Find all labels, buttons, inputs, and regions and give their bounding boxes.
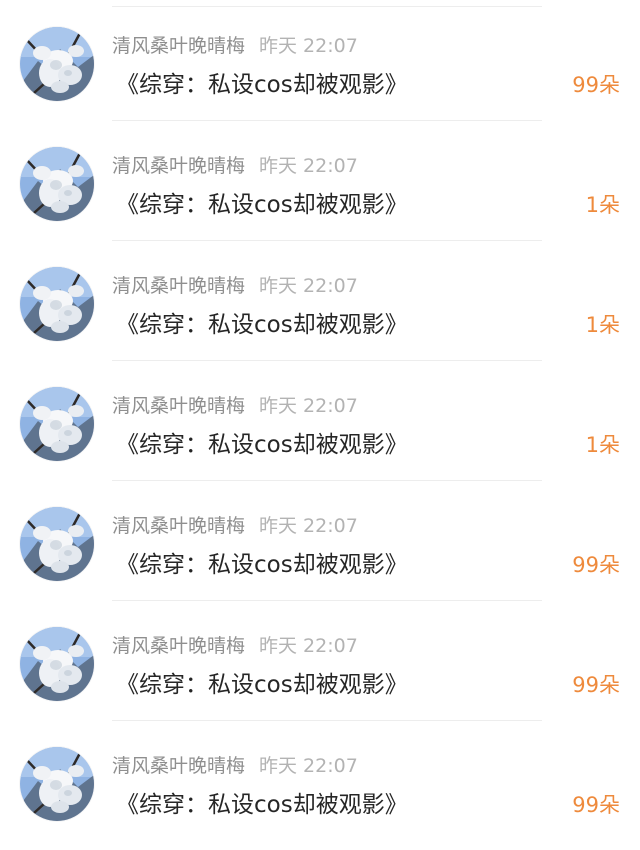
book-title[interactable]: 《综穿：私设cos却被观影》 xyxy=(116,190,408,220)
magnolia-avatar-icon xyxy=(20,267,94,341)
gift-count: 1朵 xyxy=(585,433,620,457)
book-title[interactable]: 《综穿：私设cos却被观影》 xyxy=(116,430,408,460)
username[interactable]: 清风桑叶晚晴梅 xyxy=(112,515,245,537)
gift-count: 99朵 xyxy=(572,673,620,697)
divider xyxy=(112,6,542,7)
book-title[interactable]: 《综穿：私设cos却被观影》 xyxy=(116,310,408,340)
list-item[interactable]: 清风桑叶晚晴梅 昨天 22:07 《综穿：私设cos却被观影》 99朵 xyxy=(0,600,640,720)
username[interactable]: 清风桑叶晚晴梅 xyxy=(112,395,245,417)
list-item[interactable]: 清风桑叶晚晴梅 昨天 22:07 《综穿：私设cos却被观影》 99朵 xyxy=(0,480,640,600)
avatar[interactable] xyxy=(20,147,94,221)
divider xyxy=(112,480,542,481)
item-meta: 清风桑叶晚晴梅 昨天 22:07 xyxy=(112,754,358,778)
magnolia-avatar-icon xyxy=(20,147,94,221)
username[interactable]: 清风桑叶晚晴梅 xyxy=(112,35,245,57)
gift-count: 1朵 xyxy=(585,193,620,217)
gift-count: 99朵 xyxy=(572,553,620,577)
timestamp: 昨天 22:07 xyxy=(259,755,358,777)
magnolia-avatar-icon xyxy=(20,747,94,821)
magnolia-avatar-icon xyxy=(20,507,94,581)
avatar[interactable] xyxy=(20,627,94,701)
list-item[interactable]: 清风桑叶晚晴梅 昨天 22:07 《综穿：私设cos却被观影》 1朵 xyxy=(0,240,640,360)
book-title[interactable]: 《综穿：私设cos却被观影》 xyxy=(116,790,408,820)
avatar[interactable] xyxy=(20,387,94,461)
item-meta: 清风桑叶晚晴梅 昨天 22:07 xyxy=(112,394,358,418)
magnolia-avatar-icon xyxy=(20,27,94,101)
magnolia-avatar-icon xyxy=(20,627,94,701)
item-meta: 清风桑叶晚晴梅 昨天 22:07 xyxy=(112,34,358,58)
gift-record-list: 清风桑叶晚晴梅 昨天 22:07 《综穿：私设cos却被观影》 99朵 清风桑叶… xyxy=(0,0,640,850)
book-title[interactable]: 《综穿：私设cos却被观影》 xyxy=(116,70,408,100)
item-meta: 清风桑叶晚晴梅 昨天 22:07 xyxy=(112,514,358,538)
list-item[interactable]: 清风桑叶晚晴梅 昨天 22:07 《综穿：私设cos却被观影》 1朵 xyxy=(0,360,640,480)
divider xyxy=(112,120,542,121)
list-item[interactable]: 清风桑叶晚晴梅 昨天 22:07 《综穿：私设cos却被观影》 99朵 xyxy=(0,0,640,120)
timestamp: 昨天 22:07 xyxy=(259,395,358,417)
avatar[interactable] xyxy=(20,507,94,581)
timestamp: 昨天 22:07 xyxy=(259,275,358,297)
username[interactable]: 清风桑叶晚晴梅 xyxy=(112,155,245,177)
gift-count: 1朵 xyxy=(585,313,620,337)
divider xyxy=(112,360,542,361)
book-title[interactable]: 《综穿：私设cos却被观影》 xyxy=(116,670,408,700)
gift-count: 99朵 xyxy=(572,793,620,817)
divider xyxy=(112,600,542,601)
timestamp: 昨天 22:07 xyxy=(259,155,358,177)
timestamp: 昨天 22:07 xyxy=(259,515,358,537)
timestamp: 昨天 22:07 xyxy=(259,35,358,57)
avatar[interactable] xyxy=(20,747,94,821)
gift-count: 99朵 xyxy=(572,73,620,97)
list-item[interactable]: 清风桑叶晚晴梅 昨天 22:07 《综穿：私设cos却被观影》 1朵 xyxy=(0,120,640,240)
avatar[interactable] xyxy=(20,27,94,101)
item-meta: 清风桑叶晚晴梅 昨天 22:07 xyxy=(112,634,358,658)
divider xyxy=(112,240,542,241)
avatar[interactable] xyxy=(20,267,94,341)
item-meta: 清风桑叶晚晴梅 昨天 22:07 xyxy=(112,154,358,178)
book-title[interactable]: 《综穿：私设cos却被观影》 xyxy=(116,550,408,580)
username[interactable]: 清风桑叶晚晴梅 xyxy=(112,755,245,777)
list-item[interactable]: 清风桑叶晚晴梅 昨天 22:07 《综穿：私设cos却被观影》 99朵 xyxy=(0,720,640,840)
magnolia-avatar-icon xyxy=(20,387,94,461)
item-meta: 清风桑叶晚晴梅 昨天 22:07 xyxy=(112,274,358,298)
username[interactable]: 清风桑叶晚晴梅 xyxy=(112,635,245,657)
timestamp: 昨天 22:07 xyxy=(259,635,358,657)
username[interactable]: 清风桑叶晚晴梅 xyxy=(112,275,245,297)
divider xyxy=(112,720,542,721)
